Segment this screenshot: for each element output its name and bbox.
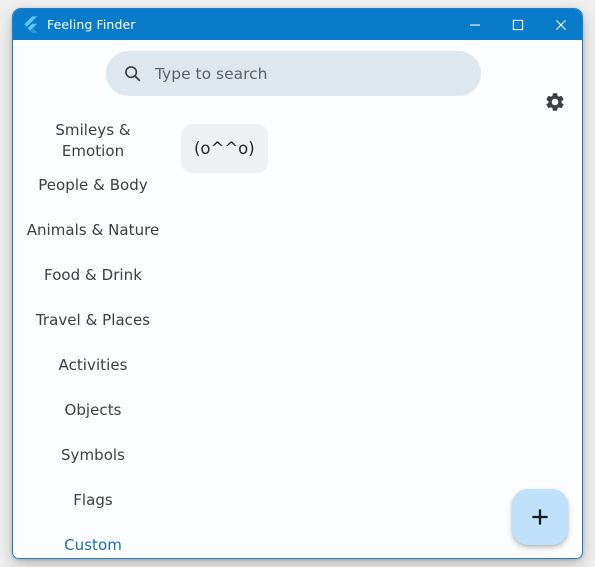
window-body: Type to search Smileys & Emotion People … (13, 40, 582, 558)
category-label: Activities (58, 356, 128, 374)
category-label: Custom (64, 536, 122, 554)
close-button[interactable] (539, 9, 582, 40)
emoji-glyph: (o^^o) (194, 139, 255, 158)
category-item-food-and-drink[interactable]: Food & Drink (25, 253, 161, 298)
category-item-people-and-body[interactable]: People & Body (25, 163, 161, 208)
gear-icon (546, 93, 564, 111)
minimize-icon (469, 24, 480, 26)
close-icon (555, 19, 566, 30)
plus-icon (532, 509, 548, 525)
window-title: Feeling Finder (47, 17, 136, 32)
category-label: People & Body (38, 176, 148, 194)
category-label: Food & Drink (44, 266, 142, 284)
app-window: Feeling Finder Type to search Smileys & … (12, 8, 583, 559)
minimize-button[interactable] (453, 9, 496, 40)
settings-button[interactable] (538, 85, 572, 119)
category-item-objects[interactable]: Objects (25, 388, 161, 433)
title-bar[interactable]: Feeling Finder (13, 9, 582, 40)
category-item-smileys-and-emotion[interactable]: Smileys & Emotion (25, 118, 161, 163)
category-item-travel-and-places[interactable]: Travel & Places (25, 298, 161, 343)
category-label: Flags (73, 491, 113, 509)
maximize-button[interactable] (496, 9, 539, 40)
category-rail[interactable]: Smileys & Emotion People & Body Animals … (13, 118, 173, 558)
category-label: Animals & Nature (26, 221, 160, 239)
category-label: Smileys & Emotion (55, 120, 131, 160)
search-icon (125, 66, 141, 82)
category-item-custom[interactable]: Custom (25, 523, 161, 558)
category-item-symbols[interactable]: Symbols (25, 433, 161, 478)
category-item-activities[interactable]: Activities (25, 343, 161, 388)
add-custom-emoji-fab[interactable] (512, 489, 568, 545)
category-label: Objects (64, 401, 122, 419)
desktop-background: Feeling Finder Type to search Smileys & … (0, 0, 595, 567)
category-item-flags[interactable]: Flags (25, 478, 161, 523)
window-controls (453, 9, 582, 40)
search-placeholder-text: Type to search (155, 64, 268, 83)
emoji-chip[interactable]: (o^^o) (181, 124, 268, 173)
flutter-logo-icon (24, 16, 38, 33)
emoji-grid: (o^^o) (181, 124, 568, 548)
maximize-icon (512, 19, 523, 30)
category-label: Travel & Places (35, 311, 151, 329)
category-item-animals-and-nature[interactable]: Animals & Nature (25, 208, 161, 253)
category-label: Symbols (60, 446, 126, 464)
search-input[interactable]: Type to search (106, 51, 481, 96)
